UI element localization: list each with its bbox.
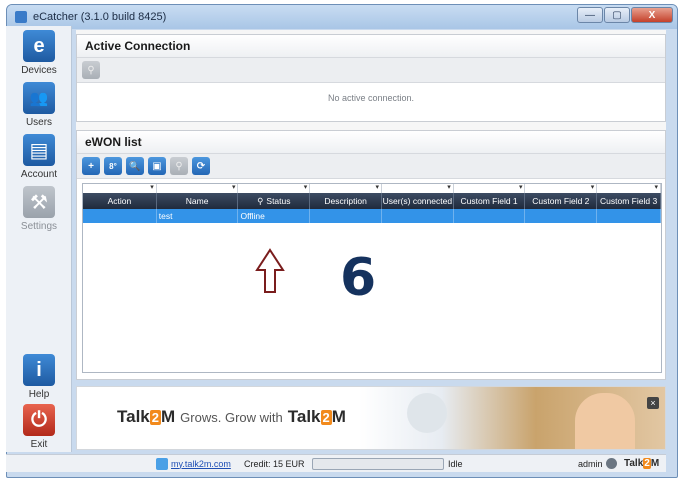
column-header-custom-field-2[interactable]: Custom Field 2 bbox=[525, 193, 598, 209]
settings-tools-icon: ⚒ bbox=[23, 186, 55, 218]
filter-dropdown-icon[interactable]: ▾ bbox=[382, 184, 454, 193]
connection-state: Idle bbox=[448, 458, 463, 469]
active-connection-toolbar: ⚲ bbox=[77, 57, 665, 83]
column-filter-row: ▾ ▾ ▾ ▾ ▾ ▾ ▾ ▾ bbox=[83, 184, 661, 193]
filter-dropdown-icon[interactable]: ▾ bbox=[310, 184, 382, 193]
maximize-button[interactable]: ▢ bbox=[604, 7, 630, 23]
cell-custom-field-1 bbox=[454, 209, 526, 223]
talk2m-banner[interactable]: Talk 2 M Grows. Grow with Talk 2 M × bbox=[76, 386, 666, 450]
sidebar-item-label: Help bbox=[28, 389, 50, 400]
title-bar[interactable]: eCatcher (3.1.0 build 8425) — ▢ X bbox=[7, 5, 677, 29]
banner-close-icon[interactable]: × bbox=[647, 397, 659, 409]
banner-brand-logo: Talk 2 M bbox=[117, 407, 176, 426]
cell-status: Offline bbox=[238, 209, 311, 223]
table-row[interactable]: test Offline bbox=[83, 209, 661, 223]
cell-action bbox=[83, 209, 157, 223]
info-icon: i bbox=[23, 354, 55, 386]
cell-description bbox=[310, 209, 382, 223]
banner-child-image bbox=[575, 393, 635, 449]
sidebar-item-users[interactable]: 👥 Users bbox=[6, 82, 72, 128]
talk2m-link[interactable]: my.talk2m.com bbox=[156, 457, 231, 470]
power-icon: ⏻ bbox=[23, 404, 55, 436]
window-title: eCatcher (3.1.0 build 8425) bbox=[33, 11, 167, 23]
sidebar-item-exit[interactable]: ⏻ Exit bbox=[6, 404, 72, 450]
current-user: admin bbox=[578, 458, 603, 469]
sidebar-item-label: Exit bbox=[30, 439, 48, 450]
filter-dropdown-icon[interactable]: ▾ bbox=[238, 184, 311, 193]
filter-dropdown-icon[interactable]: ▾ bbox=[597, 184, 661, 193]
talk2m-logo: Talk2M bbox=[624, 458, 660, 469]
user-status-icon bbox=[606, 458, 617, 469]
sidebar-item-label: Devices bbox=[21, 65, 57, 76]
panel-title: Active Connection bbox=[77, 35, 665, 57]
sidebar-item-label: Settings bbox=[20, 221, 58, 232]
banner-brand-logo-2: Talk 2 M bbox=[287, 407, 346, 426]
sidebar-item-settings[interactable]: ⚒ Settings bbox=[6, 186, 72, 232]
cell-custom-field-2 bbox=[525, 209, 598, 223]
credit-label: Credit: 15 EUR bbox=[244, 458, 305, 469]
status-bar: my.talk2m.com Credit: 15 EUR Idle admin … bbox=[6, 454, 666, 472]
cell-name: test bbox=[157, 209, 239, 223]
banner-bug-image bbox=[407, 393, 447, 433]
window-controls: — ▢ X bbox=[577, 7, 673, 23]
sidebar: e Devices 👥 Users ▤ Account ⚒ Settings i… bbox=[6, 26, 72, 452]
search-icon[interactable]: 🔍 bbox=[126, 157, 144, 175]
banner-text: Talk 2 M Grows. Grow with Talk 2 M bbox=[117, 407, 346, 427]
close-button[interactable]: X bbox=[631, 7, 673, 23]
users-icon: 👥 bbox=[23, 82, 55, 114]
properties-icon[interactable]: 8° bbox=[104, 157, 122, 175]
connect-icon[interactable]: ⚲ bbox=[170, 157, 188, 175]
main-content: Active Connection ⚲ No active connection… bbox=[76, 30, 666, 380]
column-header-custom-field-1[interactable]: Custom Field 1 bbox=[454, 193, 526, 209]
app-icon bbox=[15, 11, 27, 23]
column-header-users-connected[interactable]: User(s) connected bbox=[382, 193, 454, 209]
status-sort-icon: ⚲ bbox=[257, 195, 264, 206]
empty-message: No active connection. bbox=[327, 93, 415, 103]
column-header-action[interactable]: Action bbox=[83, 193, 157, 209]
talk2m-link-icon bbox=[156, 457, 168, 470]
sidebar-item-label: Users bbox=[25, 117, 53, 128]
sidebar-item-help[interactable]: i Help bbox=[6, 354, 72, 400]
ecatcher-logo-icon: e bbox=[23, 30, 55, 62]
cell-users-connected bbox=[382, 209, 454, 223]
refresh-icon[interactable]: ⟳ bbox=[192, 157, 210, 175]
sidebar-item-account[interactable]: ▤ Account bbox=[6, 134, 72, 180]
progress-bar bbox=[312, 457, 444, 470]
up-arrow-annotation-icon bbox=[255, 248, 285, 293]
panel-title: eWON list bbox=[77, 131, 665, 153]
cell-custom-field-3 bbox=[597, 209, 661, 223]
column-header-description[interactable]: Description bbox=[310, 193, 382, 209]
filter-dropdown-icon[interactable]: ▾ bbox=[83, 184, 157, 193]
column-header-custom-field-3[interactable]: Custom Field 3 bbox=[597, 193, 661, 209]
ewon-list-toolbar: + 8° 🔍 ▣ ⚲ ⟳ bbox=[77, 153, 665, 179]
minimize-button[interactable]: — bbox=[577, 7, 603, 23]
filter-dropdown-icon[interactable]: ▾ bbox=[157, 184, 239, 193]
columns-icon[interactable]: ▣ bbox=[148, 157, 166, 175]
disconnect-icon[interactable]: ⚲ bbox=[82, 61, 100, 79]
column-header-status[interactable]: ⚲ Status bbox=[238, 193, 311, 209]
filter-dropdown-icon[interactable]: ▾ bbox=[525, 184, 598, 193]
sidebar-item-devices[interactable]: e Devices bbox=[6, 30, 72, 76]
column-header-name[interactable]: Name bbox=[157, 193, 239, 209]
table-header: Action Name ⚲ Status Description User(s) … bbox=[83, 193, 661, 209]
filter-dropdown-icon[interactable]: ▾ bbox=[454, 184, 526, 193]
step-number-annotation: 6 bbox=[340, 248, 377, 308]
active-connection-panel: Active Connection ⚲ No active connection… bbox=[76, 34, 666, 122]
banner-tagline: Grows. Grow with bbox=[180, 409, 283, 425]
add-icon[interactable]: + bbox=[82, 157, 100, 175]
account-icon: ▤ bbox=[23, 134, 55, 166]
sidebar-item-label: Account bbox=[20, 169, 58, 180]
